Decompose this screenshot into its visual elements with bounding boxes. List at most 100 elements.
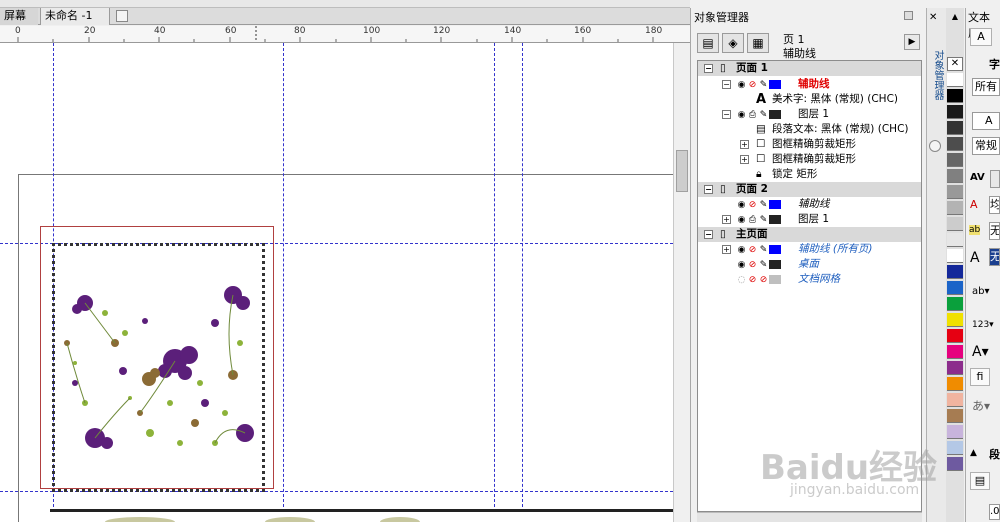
edit-disabled-icon[interactable]: ⊘: [758, 273, 769, 288]
script-icon[interactable]: あ▾: [972, 397, 990, 414]
tree-powerclip-rect[interactable]: + ☐ 图框精确剪裁矩形: [698, 137, 921, 152]
tree-horizontal-scrollbar[interactable]: [697, 512, 922, 522]
scrollbar-thumb[interactable]: [676, 150, 688, 192]
palette-color-swatch[interactable]: [947, 153, 963, 167]
pencil-icon[interactable]: ✎: [758, 108, 769, 123]
tree-page-1[interactable]: − ▯ 页面 1: [698, 61, 921, 76]
tree-layer-1[interactable]: + ◉ ⎙ ✎ 图层 1: [698, 212, 921, 227]
palette-color-swatch[interactable]: [947, 89, 963, 103]
eye-icon[interactable]: ◉: [736, 258, 747, 273]
palette-color-swatch[interactable]: [947, 361, 963, 375]
layer-color-swatch[interactable]: [769, 199, 781, 209]
palette-color-swatch[interactable]: [947, 73, 963, 87]
indent-field[interactable]: .0: [989, 504, 1000, 520]
side-tab-object-manager[interactable]: 对象管理器: [929, 50, 943, 100]
eye-icon[interactable]: ◉: [736, 198, 747, 213]
docker-menu-arrow-icon[interactable]: ▶: [904, 34, 920, 50]
tree-locked-rect[interactable]: 🔒︎ 锁定 矩形: [698, 167, 921, 182]
palette-color-swatch[interactable]: [947, 313, 963, 327]
tree-layer-desktop[interactable]: ◉ ⊘ ✎ 桌面: [698, 257, 921, 272]
font-name-field[interactable]: A: [972, 112, 1000, 130]
layer-manager-view-button[interactable]: ▦: [747, 33, 769, 53]
paragraph-collapse-icon[interactable]: ▲: [970, 448, 977, 458]
palette-color-swatch[interactable]: [947, 265, 963, 279]
drawing-canvas[interactable]: [0, 43, 673, 522]
palette-color-swatch[interactable]: [947, 201, 963, 215]
palette-color-swatch[interactable]: [947, 377, 963, 391]
tree-powerclip-rect[interactable]: + ☐ 图框精确剪裁矩形: [698, 152, 921, 167]
eye-hidden-icon[interactable]: ◌: [736, 273, 747, 288]
floral-pattern-image[interactable]: [55, 283, 263, 458]
collapse-icon[interactable]: −: [704, 64, 713, 73]
character-tab-icon[interactable]: A: [970, 28, 992, 46]
pencil-icon[interactable]: ✎: [758, 243, 769, 258]
palette-color-swatch[interactable]: [947, 457, 963, 471]
palette-color-swatch[interactable]: [947, 249, 963, 263]
show-object-properties-button[interactable]: ▤: [697, 33, 719, 53]
guide-line[interactable]: [494, 43, 495, 522]
layer-color-swatch[interactable]: [769, 274, 781, 284]
guide-line[interactable]: [283, 43, 284, 522]
side-tab-circle-icon[interactable]: [929, 140, 941, 152]
palette-color-swatch[interactable]: [947, 345, 963, 359]
palette-scroll-up-icon[interactable]: ▲: [947, 12, 963, 24]
ligature-icon[interactable]: fi: [970, 368, 990, 386]
pencil-icon[interactable]: ✎: [758, 213, 769, 228]
palette-color-swatch[interactable]: [947, 185, 963, 199]
numeric-style-icon[interactable]: 123▾: [972, 320, 994, 330]
eye-icon[interactable]: ◉: [736, 108, 747, 123]
palette-color-swatch[interactable]: [947, 121, 963, 135]
expand-icon[interactable]: +: [740, 140, 749, 149]
collapse-icon[interactable]: −: [722, 80, 731, 89]
layer-color-swatch[interactable]: [769, 244, 781, 254]
palette-color-swatch[interactable]: [947, 409, 963, 423]
palette-color-swatch[interactable]: [947, 441, 963, 455]
palette-color-swatch[interactable]: [947, 233, 963, 247]
underline-field[interactable]: 均: [989, 196, 1000, 214]
horizontal-ruler[interactable]: 0 20 40 60 80 100 120 140 160 180: [0, 26, 690, 43]
printer-icon[interactable]: ⎙: [747, 213, 758, 228]
collapse-icon[interactable]: −: [704, 230, 713, 239]
kerning-field[interactable]: [990, 170, 1000, 188]
palette-color-swatch[interactable]: [947, 169, 963, 183]
print-disabled-icon[interactable]: ⊘: [747, 78, 758, 93]
layer-color-swatch[interactable]: [769, 79, 781, 89]
expand-icon[interactable]: +: [740, 155, 749, 164]
tree-layer-guides[interactable]: ◉ ⊘ ✎ 辅助线: [698, 197, 921, 212]
new-tab-button[interactable]: [116, 10, 128, 22]
expand-icon[interactable]: +: [722, 215, 731, 224]
pencil-icon[interactable]: ✎: [758, 198, 769, 213]
font-style-field[interactable]: 常规: [972, 137, 1000, 155]
print-disabled-icon[interactable]: ⊘: [747, 243, 758, 258]
collapse-icon[interactable]: −: [704, 185, 713, 194]
eye-icon[interactable]: ◉: [736, 78, 747, 93]
no-color-swatch[interactable]: ✕: [947, 57, 963, 71]
palette-color-swatch[interactable]: [947, 217, 963, 231]
highlight-field[interactable]: 无: [989, 222, 1000, 240]
tree-layer-document-grid[interactable]: ◌ ⊘ ⊘ 文档网格: [698, 272, 921, 287]
layer-color-swatch[interactable]: [769, 214, 781, 224]
alignment-icon[interactable]: ▤: [970, 472, 990, 490]
collapse-icon[interactable]: −: [722, 110, 731, 119]
tree-layer-guides[interactable]: − ◉ ⊘ ✎ 辅助线: [698, 77, 921, 92]
tree-page-2[interactable]: − ▯ 页面 2: [698, 182, 921, 197]
caps-icon[interactable]: A▾: [972, 344, 989, 360]
tree-artistic-text[interactable]: A 美术字: 黑体 (常规) (CHC): [698, 92, 921, 107]
guide-line[interactable]: [522, 43, 523, 522]
palette-color-swatch[interactable]: [947, 329, 963, 343]
tree-layer-guides-all[interactable]: + ◉ ⊘ ✎ 辅助线 (所有页): [698, 242, 921, 257]
print-disabled-icon[interactable]: ⊘: [747, 198, 758, 213]
layer-color-swatch[interactable]: [769, 259, 781, 269]
palette-color-swatch[interactable]: [947, 393, 963, 407]
eye-icon[interactable]: ◉: [736, 243, 747, 258]
tab-fullscreen[interactable]: 屏幕: [0, 8, 38, 25]
palette-color-swatch[interactable]: [947, 425, 963, 439]
printer-icon[interactable]: ⎙: [747, 108, 758, 123]
print-disabled-icon[interactable]: ⊘: [747, 258, 758, 273]
tree-layer-1[interactable]: − ◉ ⎙ ✎ 图层 1: [698, 107, 921, 122]
palette-color-swatch[interactable]: [947, 281, 963, 295]
palette-color-swatch[interactable]: [947, 105, 963, 119]
palette-color-swatch[interactable]: [947, 297, 963, 311]
pencil-icon[interactable]: ✎: [758, 78, 769, 93]
print-disabled-icon[interactable]: ⊘: [747, 273, 758, 288]
